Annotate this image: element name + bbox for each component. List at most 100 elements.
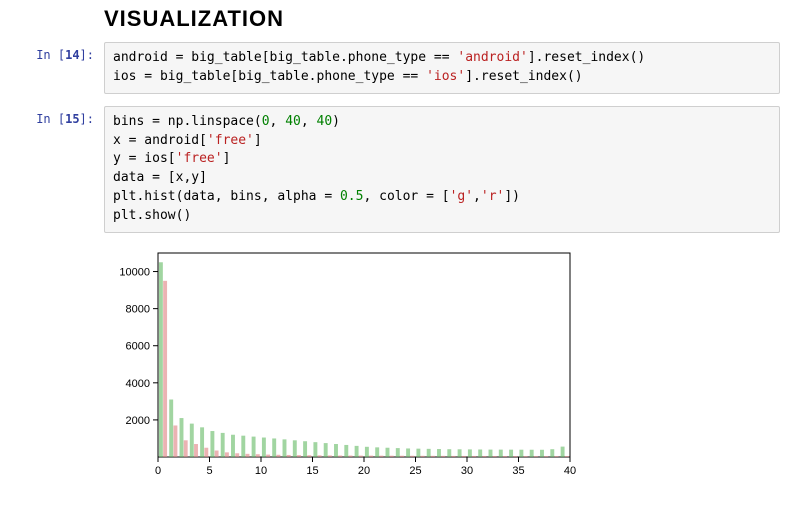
bar	[215, 450, 219, 456]
bar	[416, 448, 420, 456]
bar	[194, 444, 198, 457]
bar	[235, 453, 239, 457]
code-token: android = big_table[big_table.phone_type…	[113, 50, 457, 65]
x-tick-label: 40	[564, 465, 576, 477]
bar	[534, 456, 538, 457]
bar	[555, 456, 559, 457]
bar	[180, 418, 184, 457]
bar	[246, 454, 250, 457]
bar	[369, 455, 373, 456]
bar	[190, 423, 194, 456]
input-prompt: In [15]:	[18, 106, 104, 126]
bar	[544, 456, 548, 457]
bar	[355, 446, 359, 457]
bar	[478, 449, 482, 457]
bar	[396, 448, 400, 457]
code-token: 'r'	[481, 189, 504, 204]
bar	[200, 427, 204, 457]
bar	[256, 454, 260, 457]
prompt-suffix: ]:	[80, 112, 94, 126]
code-input[interactable]: bins = np.linspace(0, 40, 40) x = androi…	[104, 106, 780, 233]
bar	[427, 449, 431, 457]
code-token: 'android'	[457, 50, 527, 65]
input-prompt: In [14]:	[18, 42, 104, 62]
bar	[204, 447, 208, 456]
bar	[344, 445, 348, 457]
bar	[379, 455, 383, 456]
page-root: VISUALIZATION In [14]: android = big_tab…	[0, 0, 800, 485]
bar	[293, 440, 297, 457]
code-token: ].reset_index()	[465, 69, 582, 84]
code-token: 0.5	[340, 189, 363, 204]
bar	[441, 456, 445, 457]
bar	[499, 449, 503, 456]
bar	[482, 456, 486, 457]
bar	[493, 456, 497, 457]
bar	[231, 434, 235, 456]
prompt-number: 15	[65, 112, 79, 126]
x-tick-label: 20	[358, 465, 370, 477]
y-tick-label: 10000	[119, 266, 150, 278]
bar	[262, 437, 266, 456]
bar	[410, 456, 414, 457]
bar	[159, 262, 163, 457]
bar	[328, 455, 332, 457]
bar	[406, 448, 410, 457]
bar	[359, 455, 363, 456]
bar	[519, 449, 523, 456]
bar	[458, 449, 462, 457]
code-token: 'g'	[450, 189, 473, 204]
code-token: 'free'	[176, 151, 223, 166]
code-token: ,	[270, 114, 286, 129]
x-tick-label: 15	[306, 465, 318, 477]
bar	[400, 455, 404, 456]
bar	[184, 440, 188, 457]
bar	[163, 281, 167, 457]
bar	[297, 455, 301, 457]
bar	[437, 449, 441, 457]
bar	[283, 439, 287, 457]
bar	[221, 433, 225, 457]
bar	[472, 456, 476, 457]
x-tick-label: 35	[512, 465, 524, 477]
x-tick-label: 25	[409, 465, 421, 477]
bar	[524, 456, 528, 457]
y-tick-label: 8000	[126, 303, 150, 315]
bar	[565, 456, 569, 457]
code-token: ,	[473, 189, 481, 204]
bar	[468, 449, 472, 457]
prompt-suffix: ]:	[80, 48, 94, 62]
bar	[421, 456, 425, 457]
bar	[513, 456, 517, 457]
section-heading: VISUALIZATION	[104, 6, 780, 32]
bar	[503, 456, 507, 457]
code-input[interactable]: android = big_table[big_table.phone_type…	[104, 42, 780, 94]
bar	[210, 431, 214, 457]
bar	[225, 452, 229, 457]
prompt-prefix: In [	[36, 112, 65, 126]
bar	[530, 449, 534, 456]
bar	[303, 441, 307, 457]
code-token: bins = np.linspace(	[113, 114, 262, 129]
x-tick-label: 5	[206, 465, 212, 477]
prompt-prefix: In [	[36, 48, 65, 62]
code-token: ,	[301, 114, 317, 129]
output-area: 2000400060008000100000510152025303540	[104, 245, 780, 485]
x-tick-label: 30	[461, 465, 473, 477]
bar	[375, 447, 379, 457]
code-token: 0	[262, 114, 270, 129]
code-token: 40	[285, 114, 301, 129]
bar	[272, 438, 276, 457]
bar	[365, 447, 369, 457]
y-tick-label: 6000	[126, 340, 150, 352]
y-tick-label: 2000	[126, 415, 150, 427]
bar	[550, 449, 554, 457]
bar	[349, 455, 353, 456]
code-cell: In [15]: bins = np.linspace(0, 40, 40) x…	[18, 106, 780, 233]
bar	[390, 455, 394, 456]
bar	[276, 455, 280, 457]
bar	[386, 447, 390, 456]
bar	[318, 455, 322, 457]
bar	[324, 443, 328, 457]
bar	[334, 444, 338, 457]
